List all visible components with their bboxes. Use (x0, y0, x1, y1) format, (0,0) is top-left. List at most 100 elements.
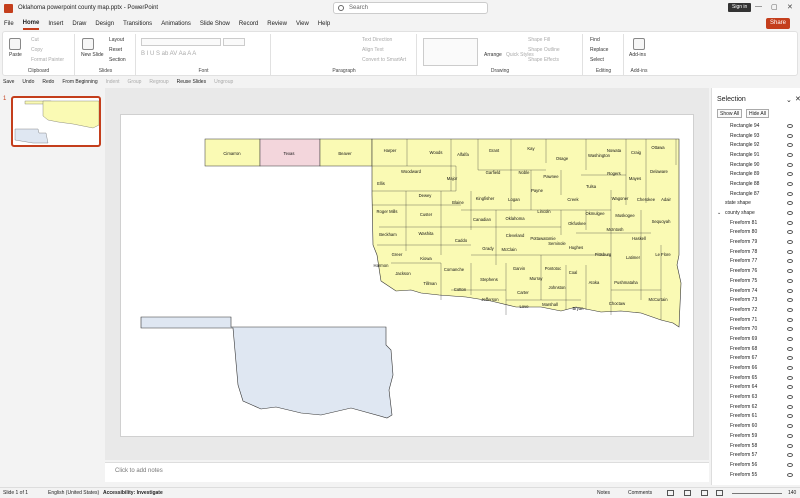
convert-smartart-button[interactable]: Convert to SmartArt (362, 57, 406, 63)
selection-item[interactable]: Freeform 61 (712, 412, 800, 422)
selection-item[interactable]: Freeform 72 (712, 305, 800, 315)
visibility-eye-icon[interactable] (787, 181, 793, 186)
selection-item[interactable]: Freeform 78 (712, 247, 800, 257)
tab-review[interactable]: Review (267, 19, 287, 29)
selection-item[interactable]: Freeform 65 (712, 373, 800, 383)
selection-item[interactable]: Freeform 59 (712, 431, 800, 441)
selection-item[interactable]: Freeform 81 (712, 218, 800, 228)
selection-item[interactable]: state shape (712, 199, 800, 209)
tab-animations[interactable]: Animations (161, 19, 191, 29)
visibility-eye-icon[interactable] (787, 443, 793, 448)
copy-button[interactable]: Copy (31, 47, 43, 53)
notes-pane[interactable]: Click to add notes (105, 462, 709, 482)
selection-item[interactable]: Freeform 55 (712, 470, 800, 480)
selection-item[interactable]: Freeform 79 (712, 237, 800, 247)
qat-indent[interactable]: Indent (106, 79, 120, 85)
visibility-eye-icon[interactable] (787, 336, 793, 341)
visibility-eye-icon[interactable] (787, 346, 793, 351)
visibility-eye-icon[interactable] (787, 307, 793, 312)
close-pane-icon[interactable]: ✕ (795, 95, 800, 103)
replace-button[interactable]: Replace (590, 47, 608, 53)
visibility-eye-icon[interactable] (787, 133, 793, 138)
font-name-box[interactable] (141, 38, 221, 46)
accessibility-status[interactable]: Accessibility: Investigate (103, 490, 163, 496)
visibility-eye-icon[interactable] (787, 152, 793, 157)
tab-transitions[interactable]: Transitions (123, 19, 152, 29)
state-shape[interactable] (140, 316, 394, 419)
qat-regroup[interactable]: Regroup (149, 79, 168, 85)
tab-file[interactable]: File (4, 19, 14, 29)
comments-button[interactable]: Comments (628, 490, 652, 496)
language-status[interactable]: English (United States) (48, 490, 99, 496)
selection-item[interactable]: Rectangle 90 (712, 160, 800, 170)
new-slide-button[interactable]: New Slide (81, 52, 104, 58)
visibility-eye-icon[interactable] (787, 172, 793, 177)
close-icon[interactable]: ✕ (787, 3, 793, 11)
visibility-eye-icon[interactable] (787, 123, 793, 128)
expand-chevron-icon[interactable]: ⌄ (717, 210, 721, 216)
tab-design[interactable]: Design (95, 19, 114, 29)
selection-item[interactable]: Freeform 73 (712, 295, 800, 305)
selection-item[interactable]: Freeform 57 (712, 450, 800, 460)
paste-icon[interactable] (9, 38, 21, 50)
visibility-eye-icon[interactable] (787, 462, 793, 467)
selection-item[interactable]: Freeform 75 (712, 276, 800, 286)
qat-ungroup[interactable]: Ungroup (214, 79, 233, 85)
tab-home[interactable]: Home (22, 18, 40, 30)
visibility-eye-icon[interactable] (787, 366, 793, 371)
selection-item[interactable]: Freeform 62 (712, 402, 800, 412)
section-button[interactable]: Section (109, 57, 126, 63)
visibility-eye-icon[interactable] (787, 162, 793, 167)
selection-item[interactable]: Rectangle 88 (712, 179, 800, 189)
tab-help[interactable]: Help (318, 19, 330, 29)
visibility-eye-icon[interactable] (787, 201, 793, 206)
slide-thumbnail[interactable] (11, 96, 101, 147)
find-button[interactable]: Find (590, 37, 600, 43)
visibility-eye-icon[interactable] (787, 249, 793, 254)
tab-slide-show[interactable]: Slide Show (200, 19, 230, 29)
selection-item[interactable]: Freeform 64 (712, 383, 800, 393)
selection-item[interactable]: Freeform 74 (712, 286, 800, 296)
selection-item[interactable]: Freeform 66 (712, 363, 800, 373)
hide-all-button[interactable]: Hide All (746, 109, 769, 118)
selection-item[interactable]: Freeform 70 (712, 324, 800, 334)
arrange-button[interactable]: Arrange (484, 52, 502, 58)
paste-button[interactable]: Paste (9, 52, 22, 58)
zoom-slider[interactable] (732, 493, 782, 494)
add-ins-button[interactable]: Add-ins (629, 52, 646, 58)
share-button[interactable]: Share (766, 18, 791, 29)
visibility-eye-icon[interactable] (787, 385, 793, 390)
shape-fill-button[interactable]: Shape Fill (528, 37, 550, 43)
qat-from-beginning[interactable]: From Beginning (62, 79, 97, 85)
selection-item[interactable]: Rectangle 87 (712, 189, 800, 199)
qat-redo[interactable]: Redo (42, 79, 54, 85)
font-size-box[interactable] (223, 38, 245, 46)
tab-insert[interactable]: Insert (48, 19, 63, 29)
visibility-eye-icon[interactable] (787, 220, 793, 225)
visibility-eye-icon[interactable] (787, 433, 793, 438)
search-box[interactable]: Search (333, 2, 488, 14)
show-all-button[interactable]: Show All (717, 109, 743, 118)
selection-item[interactable]: Freeform 63 (712, 392, 800, 402)
selection-item[interactable]: Rectangle 89 (712, 169, 800, 179)
select-button[interactable]: Select (590, 57, 604, 63)
visibility-eye-icon[interactable] (787, 356, 793, 361)
visibility-eye-icon[interactable] (787, 288, 793, 293)
selection-item[interactable]: Freeform 77 (712, 257, 800, 267)
selection-item[interactable]: Freeform 60 (712, 421, 800, 431)
visibility-eye-icon[interactable] (787, 240, 793, 245)
slide-sorter-icon[interactable] (684, 490, 691, 496)
sign-in-button[interactable]: Sign in (728, 3, 752, 12)
visibility-eye-icon[interactable] (787, 375, 793, 380)
visibility-eye-icon[interactable] (787, 143, 793, 148)
visibility-eye-icon[interactable] (787, 424, 793, 429)
shapes-gallery[interactable] (423, 38, 478, 66)
visibility-eye-icon[interactable] (787, 414, 793, 419)
layout-button[interactable]: Layout (109, 37, 124, 43)
font-format-buttons[interactable]: B I U S ab AV Aa A A (141, 51, 196, 57)
visibility-eye-icon[interactable] (787, 191, 793, 196)
qat-undo[interactable]: Undo (22, 79, 34, 85)
qat-save[interactable]: Save (3, 79, 14, 85)
cut-button[interactable]: Cut (31, 37, 39, 43)
selection-item[interactable]: Rectangle 94 (712, 121, 800, 131)
